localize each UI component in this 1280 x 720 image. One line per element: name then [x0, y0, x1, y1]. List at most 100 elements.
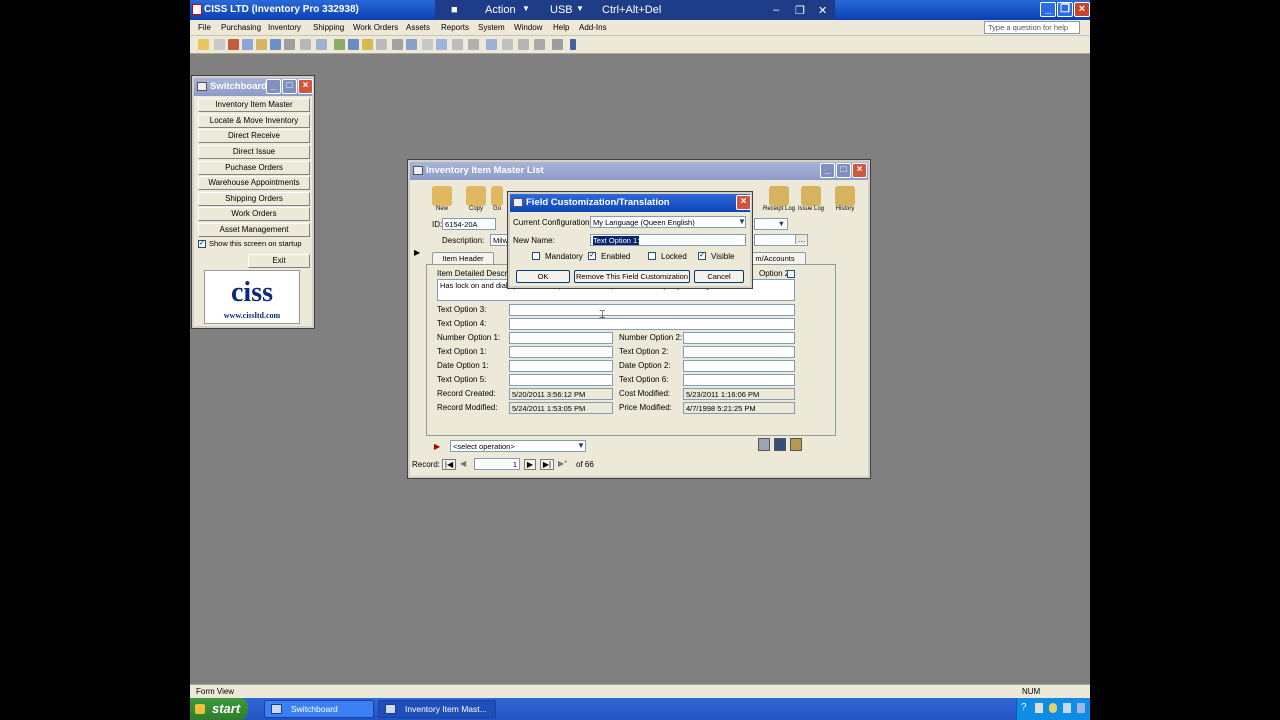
properties-icon[interactable] [362, 39, 373, 50]
description-extra-field[interactable]: … [754, 234, 808, 246]
date-option-1-field[interactable] [509, 360, 613, 372]
report-icon[interactable] [790, 438, 802, 451]
restore-button[interactable]: ❐ [1057, 2, 1073, 17]
open-icon[interactable] [198, 39, 209, 50]
menu-inventory[interactable]: Inventory [268, 23, 301, 32]
dialog-titlebar[interactable]: Field Customization/Translation × [510, 194, 751, 212]
locked-checkbox[interactable] [648, 252, 656, 260]
last-record-icon[interactable]: ▶| [540, 459, 554, 470]
paste-icon[interactable] [256, 39, 267, 50]
refresh-icon[interactable] [376, 39, 387, 50]
print-icon[interactable] [774, 438, 786, 451]
spell-icon[interactable] [422, 39, 433, 50]
number-option-2-field[interactable] [683, 332, 795, 344]
date-option-2-field[interactable] [683, 360, 795, 372]
cancel-button[interactable]: Cancel [694, 270, 744, 283]
new-item-button[interactable]: New [428, 186, 456, 212]
inventory-maximize-button[interactable]: □ [836, 163, 851, 178]
copy-icon[interactable] [242, 39, 253, 50]
menu-assets[interactable]: Assets [406, 23, 430, 32]
zoom-icon[interactable] [486, 39, 497, 50]
network-icon[interactable] [1035, 703, 1043, 713]
switchboard-close-button[interactable]: × [298, 79, 313, 94]
record-selector-icon[interactable]: ▶ [414, 248, 420, 257]
text-option-4-field[interactable] [509, 318, 795, 330]
grid-icon[interactable] [552, 39, 563, 50]
help-icon[interactable]: ? [1021, 702, 1027, 713]
text-option-3-field[interactable] [509, 304, 795, 316]
new-record-icon[interactable] [334, 39, 345, 50]
sort-icon[interactable] [300, 39, 311, 50]
remove-customization-button[interactable]: Remove This Field Customization [574, 270, 690, 283]
find-icon[interactable] [270, 39, 281, 50]
option2-checkbox[interactable] [787, 270, 795, 278]
sb-inventory-item-master-button[interactable]: Inventory Item Master [198, 98, 310, 112]
menu-reports[interactable]: Reports [441, 23, 469, 32]
startup-checkbox[interactable]: ✓ [198, 240, 206, 248]
first-record-icon[interactable]: |◀ [442, 459, 456, 470]
menu-purchasing[interactable]: Purchasing [221, 23, 261, 32]
switchboard-minimize-button[interactable]: _ [266, 79, 281, 94]
switchboard-titlebar[interactable]: Switchboard _ □ × [194, 78, 313, 96]
tray-app-icon[interactable] [1077, 703, 1085, 713]
next-record-icon[interactable]: ▶ [524, 459, 536, 470]
switchboard-maximize-button[interactable]: □ [282, 79, 297, 94]
visible-checkbox[interactable]: ✓ [698, 252, 706, 260]
minimize-button[interactable]: _ [1040, 2, 1056, 17]
text-option-6-field[interactable] [683, 374, 795, 386]
operation-select[interactable]: <select operation> [450, 440, 586, 452]
inventory-titlebar[interactable]: Inventory Item Master List _ □ × [410, 162, 868, 180]
menu-help[interactable]: Help [553, 23, 569, 32]
action-menu[interactable]: Action [485, 4, 516, 16]
save-icon[interactable] [758, 438, 770, 451]
text-option-5-field[interactable] [509, 374, 613, 386]
filter-icon[interactable] [284, 39, 295, 50]
go-button[interactable]: Go [490, 186, 504, 212]
receipt-log-button[interactable]: Receipt Log [762, 186, 796, 212]
history-button[interactable]: History [830, 186, 860, 212]
session-restore-icon[interactable]: ❐ [795, 4, 805, 17]
sb-direct-receive-button[interactable]: Direct Receive [198, 129, 310, 143]
relationships-icon[interactable] [468, 39, 479, 50]
sb-asset-management-button[interactable]: Asset Management [198, 223, 310, 237]
window-icon[interactable] [436, 39, 447, 50]
delete-icon[interactable] [348, 39, 359, 50]
menu-window[interactable]: Window [514, 23, 542, 32]
toolbar-options-icon[interactable] [570, 39, 576, 50]
database-icon[interactable] [452, 39, 463, 50]
new-name-input[interactable]: Text Option 1: [590, 234, 746, 246]
task-switchboard[interactable]: Switchboard [264, 700, 374, 718]
cut-icon[interactable] [228, 39, 239, 50]
ctrl-alt-del-button[interactable]: Ctrl+Alt+Del [602, 4, 661, 16]
sb-direct-issue-button[interactable]: Direct Issue [198, 145, 310, 159]
start-button[interactable]: start [190, 698, 248, 720]
usb-menu[interactable]: USB [550, 4, 573, 16]
menu-system[interactable]: System [478, 23, 505, 32]
help-search-input[interactable]: Type a question for help [984, 21, 1080, 34]
sb-warehouse-appointments-button[interactable]: Warehouse Appointments [198, 176, 310, 190]
pin-icon[interactable]: ■ [451, 4, 458, 16]
run-operation-icon[interactable]: ▶ [434, 442, 440, 451]
form-icon[interactable] [316, 39, 327, 50]
text-option-1-field[interactable] [509, 346, 613, 358]
copy-item-button[interactable]: Copy [462, 186, 490, 212]
config-select[interactable]: My Language (Queen English) [590, 216, 746, 228]
menu-file[interactable]: File [198, 23, 211, 32]
session-close-icon[interactable]: ✕ [818, 4, 827, 17]
description-field[interactable]: Milw [490, 234, 510, 246]
record-number-input[interactable]: 1 [474, 458, 520, 470]
id-field[interactable]: 6154-20A [442, 218, 496, 230]
sb-exit-button[interactable]: Exit [248, 254, 310, 268]
menu-work-orders[interactable]: Work Orders [353, 23, 398, 32]
edit-icon[interactable] [214, 39, 225, 50]
ok-button[interactable]: OK [516, 270, 570, 283]
menu-add-ins[interactable]: Add-Ins [579, 23, 607, 32]
inventory-minimize-button[interactable]: _ [820, 163, 835, 178]
menu-shipping[interactable]: Shipping [313, 23, 344, 32]
inventory-close-button[interactable]: × [852, 163, 867, 178]
sb-work-orders-button[interactable]: Work Orders [198, 207, 310, 221]
dialog-close-button[interactable]: × [736, 195, 751, 210]
analyze-icon[interactable] [518, 39, 529, 50]
sb-purchase-orders-button[interactable]: Puchase Orders [198, 161, 310, 175]
number-option-1-field[interactable] [509, 332, 613, 344]
